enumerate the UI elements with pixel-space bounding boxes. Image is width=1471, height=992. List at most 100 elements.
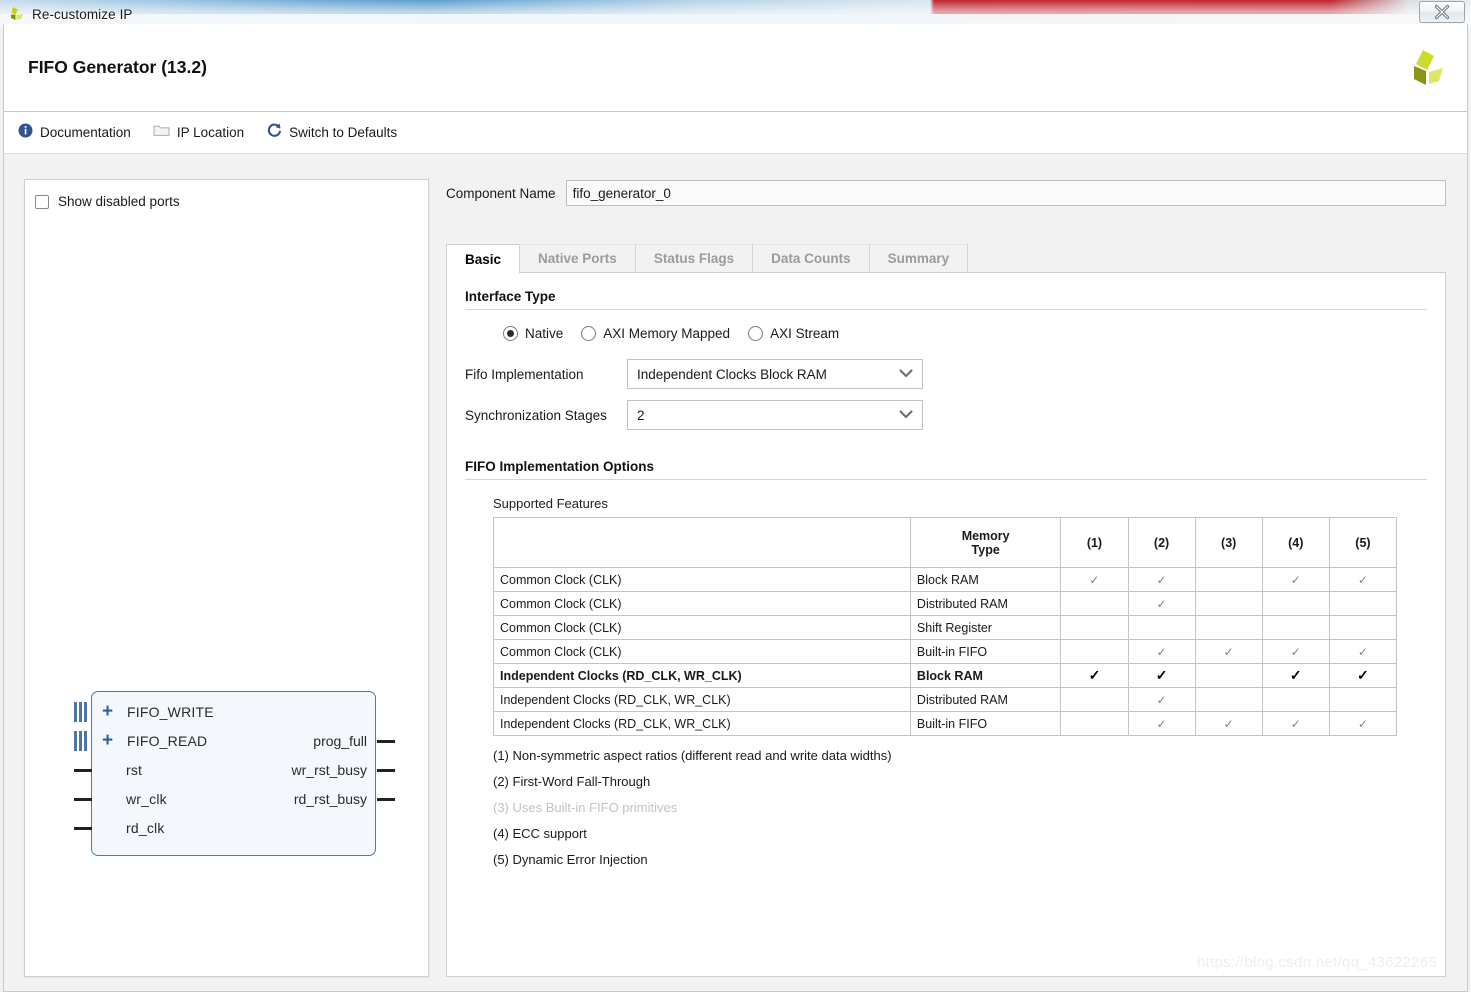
tab-native-ports[interactable]: Native Ports — [519, 244, 636, 272]
port-row-rst: rst wr_rst_busy — [74, 755, 395, 784]
dialog-header: FIFO Generator (13.2) — [3, 24, 1468, 112]
checkmark-icon: ✓ — [1357, 572, 1368, 587]
ip-location-button[interactable]: IP Location — [153, 123, 244, 142]
cell-feature: Independent Clocks (RD_CLK, WR_CLK) — [493, 687, 911, 712]
table-row[interactable]: Independent Clocks (RD_CLK, WR_CLK) Distr… — [493, 687, 1398, 712]
tab-status-flags[interactable]: Status Flags — [634, 244, 754, 272]
select-value: Independent Clocks Block RAM — [637, 366, 827, 382]
col-header-feature — [493, 517, 911, 568]
port-label-rd-clk: rd_clk — [126, 819, 165, 836]
documentation-button[interactable]: Documentation — [18, 123, 131, 143]
radio-indicator — [581, 326, 597, 341]
select-value: 2 — [637, 407, 645, 423]
bus-port-fifo-read[interactable]: + FIFO_READ prog_full — [74, 726, 395, 755]
checkmark-icon: ✓ — [1156, 572, 1167, 587]
footnote-2: (2) First-Word Fall-Through — [493, 774, 651, 789]
table-row[interactable]: Common Clock (CLK) Distributed RAM ✓ — [493, 591, 1398, 616]
cell-memory-type: Built-in FIFO — [909, 639, 1062, 664]
tab-label: Status Flags — [653, 251, 735, 266]
chevron-down-icon — [899, 365, 913, 383]
cell-memory-type: Built-in FIFO — [909, 711, 1062, 736]
close-button[interactable] — [1419, 1, 1465, 23]
tab-summary[interactable]: Summary — [868, 244, 969, 272]
checkmark-icon: ✓ — [1290, 716, 1301, 731]
radio-axi-memory-mapped[interactable]: AXI Memory Mapped — [581, 326, 730, 341]
table-row[interactable]: Common Clock (CLK) Block RAM ✓ ✓ ✓ ✓ — [493, 567, 1398, 592]
port-row-wr-clk: wr_clk rd_rst_busy — [74, 784, 395, 813]
radio-label: AXI Memory Mapped — [603, 326, 731, 341]
table-row[interactable]: Common Clock (CLK) Built-in FIFO ✓ ✓ ✓ ✓ — [493, 639, 1398, 664]
checkmark-icon: ✓ — [1223, 716, 1234, 731]
table-row[interactable]: Independent Clocks (RD_CLK, WR_CLK) Built… — [493, 711, 1398, 736]
expand-plus-icon[interactable]: + — [102, 702, 118, 721]
expand-plus-icon[interactable]: + — [102, 731, 118, 750]
cell-memory-type: Distributed RAM — [909, 687, 1062, 712]
checkmark-icon: ✓ — [1357, 644, 1368, 659]
page-title: FIFO Generator (13.2) — [28, 57, 207, 77]
ip-location-label: IP Location — [176, 125, 245, 140]
port-label-wr-clk: wr_clk — [126, 790, 167, 807]
radio-indicator — [748, 326, 764, 341]
checkmark-icon: ✓ — [1156, 716, 1167, 731]
ip-symbol-preview-panel: Show disabled ports + FIFO_WRITE + FIFO_… — [24, 179, 429, 977]
show-disabled-ports-checkbox[interactable]: Show disabled ports — [35, 194, 180, 209]
col-header-2: (2) — [1127, 517, 1196, 568]
cell-support-2: ✓ — [1127, 567, 1196, 592]
recustomize-ip-dialog: Re-customize IP FIFO Generator (13.2) Do… — [0, 0, 1471, 992]
table-row[interactable]: Independent Clocks (RD_CLK, WR_CLK) Block… — [493, 663, 1398, 688]
checkmark-icon: ✓ — [1289, 667, 1302, 683]
cell-support-5: ✓ — [1328, 711, 1398, 736]
col-header-1: (1) — [1060, 517, 1129, 568]
cell-support-2: ✓ — [1127, 639, 1196, 664]
tab-basic[interactable]: Basic — [446, 244, 521, 273]
checkmark-icon: ✓ — [1223, 644, 1234, 659]
table-header: Memory Type (1) (2) (3) (4) (5) — [493, 517, 1398, 568]
bus-port-fifo-write[interactable]: + FIFO_WRITE — [74, 697, 377, 726]
col-header-memory-type: Memory Type — [909, 517, 1062, 568]
port-label-prog-full: prog_full — [313, 732, 367, 749]
cell-support-1: ✓ — [1060, 663, 1129, 688]
radio-native[interactable]: Native — [503, 326, 563, 341]
port-label: FIFO_WRITE — [127, 703, 214, 720]
cell-support-4: ✓ — [1261, 663, 1330, 688]
cell-support-5: ✓ — [1328, 663, 1398, 688]
cell-support-3 — [1194, 591, 1263, 616]
memory-type-line2: Type — [971, 542, 1000, 557]
tab-label: Summary — [887, 251, 950, 266]
cell-support-5: ✓ — [1328, 639, 1398, 664]
bus-connector-icon — [74, 731, 88, 751]
cell-support-1 — [1060, 711, 1129, 736]
component-name-input[interactable] — [565, 180, 1446, 206]
checkbox-box — [35, 194, 49, 209]
dialog-body: Show disabled ports + FIFO_WRITE + FIFO_… — [3, 154, 1468, 992]
documentation-label: Documentation — [40, 125, 131, 140]
cell-support-2: ✓ — [1127, 687, 1196, 712]
cell-support-4 — [1261, 615, 1330, 640]
cell-support-1 — [1060, 591, 1129, 616]
port-label-rd-rst-busy: rd_rst_busy — [293, 790, 367, 807]
cell-support-2: ✓ — [1127, 663, 1196, 688]
cell-support-4: ✓ — [1261, 711, 1330, 736]
col-header-4: (4) — [1261, 517, 1330, 568]
cell-memory-type: Block RAM — [909, 567, 1062, 592]
table-row[interactable]: Common Clock (CLK) Shift Register — [493, 615, 1398, 640]
cell-support-1 — [1060, 639, 1129, 664]
interface-type-radio-group: Native AXI Memory Mapped AXI Stream — [465, 326, 1427, 341]
fifo-implementation-select[interactable]: Independent Clocks Block RAM — [627, 359, 923, 389]
cell-feature: Independent Clocks (RD_CLK, WR_CLK) — [493, 711, 911, 736]
ip-symbol-box: + FIFO_WRITE + FIFO_READ prog_full rst w… — [74, 691, 395, 856]
switch-to-defaults-button[interactable]: Switch to Defaults — [266, 122, 397, 143]
cell-memory-type: Distributed RAM — [909, 591, 1062, 616]
cell-feature: Independent Clocks (RD_CLK, WR_CLK) — [493, 663, 911, 688]
config-tabs: Basic Native Ports Status Flags Data Cou… — [446, 244, 1446, 273]
footnote-1: (1) Non-symmetric aspect ratios (differe… — [493, 748, 892, 763]
synchronization-stages-select[interactable]: 2 — [627, 400, 923, 430]
port-row-rd-clk: rd_clk — [74, 813, 377, 842]
component-name-row: Component Name — [446, 179, 1446, 207]
chevron-down-icon — [899, 406, 913, 424]
radio-axi-stream[interactable]: AXI Stream — [748, 326, 839, 341]
cell-support-3: ✓ — [1194, 639, 1263, 664]
wire-stub — [74, 769, 92, 772]
tab-data-counts[interactable]: Data Counts — [752, 244, 870, 272]
refresh-circular-arrow-icon — [266, 122, 282, 143]
